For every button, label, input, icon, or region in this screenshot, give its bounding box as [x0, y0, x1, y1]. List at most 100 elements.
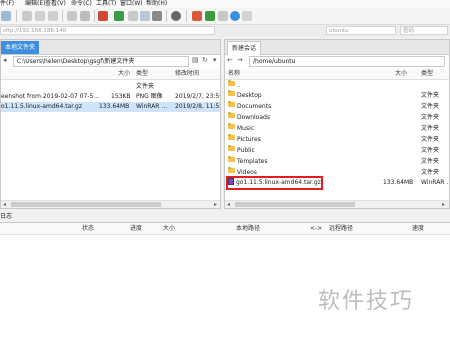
username-input[interactable]: ubuntu	[326, 26, 396, 35]
list-item[interactable]: Documents 文件夹	[225, 101, 449, 112]
file-type: 文件夹	[421, 103, 440, 110]
file-size: 153KB	[111, 93, 131, 100]
chevron-down-icon[interactable]: ▾	[213, 55, 217, 66]
cut-icon[interactable]	[67, 11, 77, 21]
menu-help[interactable]: 帮助(H)	[146, 0, 167, 8]
file-type: 文件夹	[421, 136, 440, 143]
properties-icon[interactable]	[152, 11, 162, 21]
menu-view[interactable]: 查看(V)	[45, 0, 66, 8]
col-type[interactable]: 类型	[136, 69, 148, 79]
settings-icon[interactable]	[218, 11, 228, 21]
list-item[interactable]: Music 文件夹	[225, 123, 449, 134]
scroll-left-icon[interactable]: ◂	[227, 201, 230, 208]
log-title-bar: 日志	[0, 212, 450, 222]
list-item[interactable]: o1.11.5.linux-amd64.tar.gz 133.64MB WinR…	[1, 102, 220, 112]
tab-new-session[interactable]: 新建会话	[227, 41, 262, 55]
refresh-icon[interactable]: ↻	[202, 55, 208, 66]
view-icon[interactable]	[140, 11, 150, 21]
queue-icon[interactable]	[192, 11, 202, 21]
disconnect-icon[interactable]	[22, 11, 32, 21]
file-type: 文件夹	[136, 83, 155, 90]
sync-icon[interactable]	[205, 11, 215, 21]
col-size[interactable]: 大小	[118, 69, 130, 79]
folder-up-icon[interactable]: ▤	[192, 55, 199, 66]
scroll-thumb[interactable]	[235, 202, 355, 207]
tab-local-folder[interactable]: 本地文件夹	[1, 41, 40, 54]
toolbar	[0, 8, 450, 25]
file-name: Templates	[237, 158, 268, 165]
refresh-icon[interactable]	[114, 11, 124, 21]
file-name: eenshot from 2019-02-07 07-5...	[1, 93, 100, 100]
stop-icon[interactable]	[48, 11, 58, 21]
file-type: 文件夹	[421, 92, 440, 99]
host-input[interactable]: sftp://192.168.188.140	[0, 26, 215, 35]
folder-icon	[228, 156, 235, 162]
scroll-right-icon[interactable]: ▸	[442, 201, 445, 208]
list-item[interactable]: Public 文件夹	[225, 145, 449, 156]
file-name: Documents	[237, 103, 272, 110]
password-input[interactable]: 密码	[400, 26, 448, 35]
scroll-left-icon[interactable]: ◂	[3, 201, 6, 208]
file-type: PNG 图像	[136, 93, 163, 100]
col-size[interactable]: 大小	[163, 223, 175, 234]
toolbar-separator	[16, 10, 17, 22]
folder-icon	[228, 134, 235, 140]
col-remote-path[interactable]: 远程路径	[329, 223, 353, 234]
list-item[interactable]: ..	[225, 80, 449, 91]
local-path-input[interactable]: C:\Users\helen\Desktop\gsgf\新建文件夹	[13, 56, 189, 67]
list-item[interactable]: Desktop 文件夹	[225, 90, 449, 101]
col-size[interactable]: 大小	[395, 69, 407, 79]
file-name: Desktop	[237, 92, 262, 99]
menu-window[interactable]: 窗口(W)	[120, 0, 143, 8]
col-direction[interactable]: <->	[310, 223, 322, 234]
scroll-right-icon[interactable]: ▸	[214, 201, 217, 208]
about-icon[interactable]	[242, 11, 252, 21]
col-modified[interactable]: 修改时间	[175, 69, 199, 79]
remote-path-input[interactable]: /home/ubuntu	[249, 56, 445, 67]
help-icon[interactable]	[230, 11, 240, 21]
list-item[interactable]: Templates 文件夹	[225, 156, 449, 167]
scroll-thumb[interactable]	[11, 202, 161, 207]
file-modified: 2019/2/7, 23:59	[175, 93, 221, 100]
toolbar-separator	[62, 10, 63, 22]
col-progress[interactable]: 进度	[130, 223, 142, 234]
menu-tools[interactable]: 工具(T)	[96, 0, 116, 8]
list-item[interactable]: Pictures 文件夹	[225, 134, 449, 145]
file-type: 文件夹	[421, 147, 440, 154]
menu-file[interactable]: 件(F)	[0, 0, 14, 8]
file-type: WinRAR ...	[421, 179, 450, 186]
upload-icon[interactable]	[98, 11, 108, 21]
list-item[interactable]: eenshot from 2019-02-07 07-5... 153KB PN…	[1, 92, 220, 102]
horizontal-scrollbar[interactable]: ◂ ▸	[1, 200, 220, 208]
connect-icon[interactable]	[1, 11, 11, 21]
toolbar-separator	[186, 10, 187, 22]
local-path-row: ◂ C:\Users\helen\Desktop\gsgf\新建文件夹 ▤ ↻ …	[1, 55, 220, 68]
file-size: 133.64MB	[99, 103, 130, 110]
reconnect-icon[interactable]	[35, 11, 45, 21]
file-modified: 2019/2/8, 11:52	[175, 103, 221, 110]
folder-icon	[228, 145, 235, 151]
remote-path-row: ← → /home/ubuntu	[225, 55, 449, 68]
folder-icon	[228, 112, 235, 118]
back-icon[interactable]: ◂	[3, 55, 7, 66]
menu-edit[interactable]: 编辑(E)	[25, 0, 45, 8]
col-type[interactable]: 类型	[421, 69, 433, 79]
toolbar-separator	[166, 10, 167, 22]
horizontal-scrollbar[interactable]: ◂ ▸	[225, 200, 449, 208]
list-item[interactable]: Downloads 文件夹	[225, 112, 449, 123]
menu-command[interactable]: 命令(C)	[71, 0, 92, 8]
col-speed[interactable]: 速度	[412, 223, 424, 234]
copy-icon[interactable]	[80, 11, 90, 21]
folder-icon	[228, 123, 235, 129]
col-name[interactable]: 名称	[228, 69, 240, 79]
local-tabstrip: 本地文件夹	[1, 40, 220, 55]
col-local-path[interactable]: 本地路径	[236, 223, 260, 234]
new-folder-icon[interactable]	[128, 11, 138, 21]
record-icon[interactable]	[171, 11, 181, 21]
forward-icon[interactable]: →	[237, 55, 243, 66]
local-panel: 本地文件夹 ◂ C:\Users\helen\Desktop\gsgf\新建文件…	[0, 39, 221, 209]
back-icon[interactable]: ←	[227, 55, 233, 66]
list-item[interactable]: 文件夹	[1, 82, 220, 92]
folder-icon	[228, 101, 235, 107]
col-status[interactable]: 状态	[82, 223, 94, 234]
